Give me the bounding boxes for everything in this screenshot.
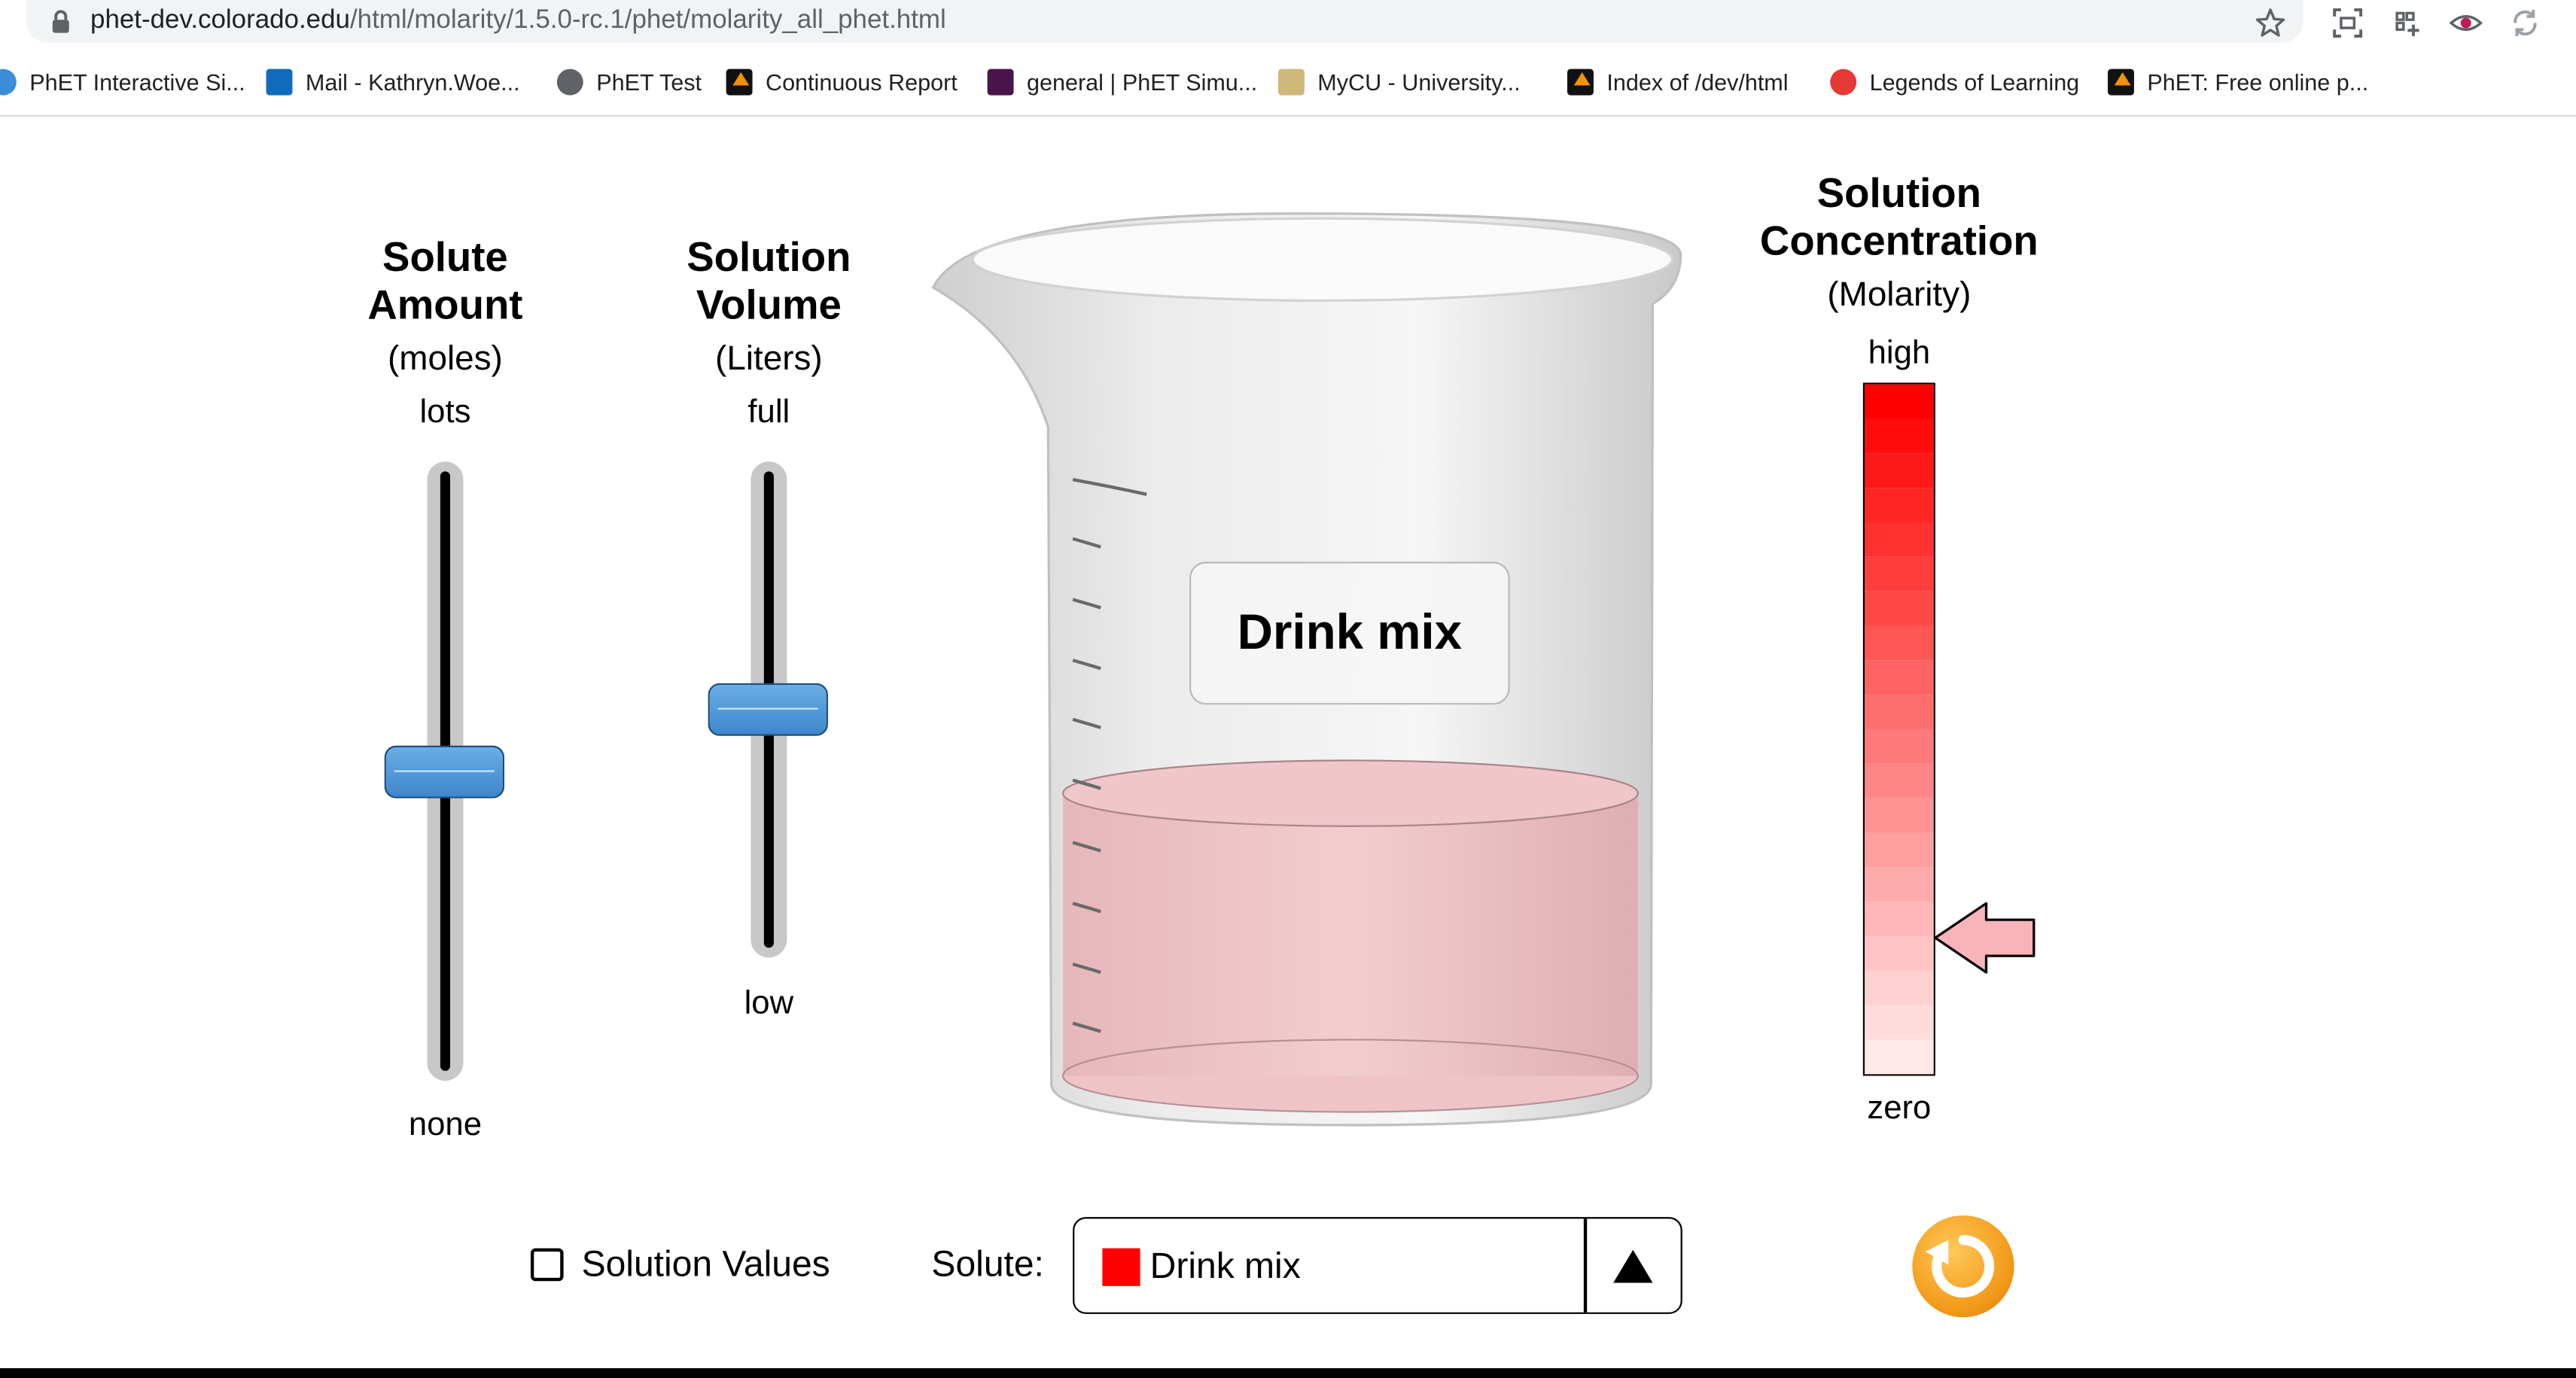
- concentration-bar-segment: [1865, 418, 1934, 454]
- concentration-bar-segment: [1865, 453, 1934, 488]
- beaker-solute-label: Drink mix: [1189, 561, 1510, 705]
- bookmark-star-icon[interactable]: [2252, 5, 2288, 41]
- concentration-units: (Molarity): [1827, 275, 1972, 314]
- title-line: Solution: [1816, 170, 1981, 217]
- eye-icon[interactable]: [2448, 5, 2484, 41]
- phet-icon: [2108, 68, 2134, 96]
- concentration-bar-segment: [1865, 1005, 1934, 1040]
- solute-amount-max-label: lots: [419, 394, 471, 430]
- bookmark-label: PhET Test: [596, 68, 702, 96]
- solution-body: [1063, 793, 1638, 1076]
- concentration-bar-segment: [1865, 660, 1934, 695]
- concentration-bar-segment: [1865, 832, 1934, 868]
- bookmark-phet-interactive[interactable]: PhET Interactive Si...: [0, 65, 245, 99]
- sync-icon[interactable]: [2507, 5, 2543, 41]
- legends-icon: [1830, 68, 1857, 96]
- solute-amount-title: Solute Amount: [322, 235, 568, 330]
- title-line: Solute: [382, 235, 508, 281]
- concentration-bar-segment: [1865, 556, 1934, 592]
- beaker-solution: [1061, 759, 1639, 1113]
- solute-label: Solute:: [931, 1243, 1044, 1285]
- phet-icon: [1567, 68, 1594, 96]
- title-line: Concentration: [1759, 218, 2039, 265]
- concentration-bar-segment: [1865, 695, 1934, 729]
- bookmarks-bar: PhET Interactive Si... Mail - Kathryn.Wo…: [0, 46, 2576, 117]
- globe-icon: [556, 68, 583, 96]
- bookmark-phet-test[interactable]: PhET Test: [556, 65, 702, 99]
- concentration-bar-segment: [1865, 591, 1934, 626]
- concentration-bar-segment: [1865, 1039, 1934, 1075]
- solution-volume-slider-thumb[interactable]: [708, 683, 828, 736]
- solute-amount-slider-thumb[interactable]: [384, 744, 504, 798]
- concentration-color-bar: [1862, 382, 1935, 1076]
- outlook-icon: [266, 68, 293, 96]
- bookmark-slack-general[interactable]: general | PhET Simu...: [987, 65, 1258, 99]
- concentration-bar-segment: [1865, 384, 1934, 419]
- bookmark-label: PhET: Free online p...: [2147, 68, 2369, 96]
- url-path: /html/molarity/1.5.0-rc.1/phet/molarity_…: [349, 6, 946, 35]
- stage: phet-dev.colorado.edu/html/molarity/1.5.…: [0, 0, 2576, 1378]
- combo-divider: [1583, 1218, 1587, 1313]
- solute-amount-units: (moles): [388, 339, 503, 378]
- concentration-bar-segment: [1865, 488, 1934, 523]
- bookmark-legends-of-learning[interactable]: Legends of Learning: [1830, 65, 2079, 99]
- concentration-bar-segment: [1865, 970, 1934, 1005]
- title-line: Volume: [696, 282, 842, 329]
- reset-all-button[interactable]: [1912, 1215, 2014, 1318]
- extension-grid-icon[interactable]: [2389, 5, 2425, 41]
- bottom-nav-bar: [0, 1367, 2576, 1378]
- solution-surface: [1061, 759, 1639, 827]
- bookmark-label: Index of /dev/html: [1606, 68, 1789, 96]
- concentration-bar-segment: [1865, 798, 1934, 833]
- solution-volume-min-label: low: [744, 985, 794, 1022]
- lock-icon: [52, 10, 69, 33]
- slack-icon: [987, 68, 1014, 96]
- bookmark-label: MyCU - University...: [1317, 68, 1521, 96]
- solution-values-label[interactable]: Solution Values: [582, 1243, 830, 1286]
- solute-amount-min-label: none: [408, 1106, 482, 1143]
- concentration-bar-segment: [1865, 763, 1934, 799]
- concentration-bar-segment: [1865, 729, 1934, 764]
- bookmark-label: Continuous Report: [765, 68, 958, 96]
- solute-selected-text: Drink mix: [1149, 1245, 1301, 1286]
- dropdown-arrow-icon[interactable]: [1613, 1249, 1653, 1283]
- screenshot-icon[interactable]: [2330, 5, 2366, 41]
- concentration-bar-segment: [1865, 935, 1934, 971]
- title-line: Solution: [687, 235, 851, 281]
- solution-volume-max-label: full: [748, 394, 790, 430]
- bookmark-index-dev-html[interactable]: Index of /dev/html: [1567, 65, 1789, 99]
- concentration-high-label: high: [1868, 335, 1931, 372]
- bookmark-label: PhET Interactive Si...: [29, 68, 245, 96]
- concentration-bar-segment: [1865, 625, 1934, 661]
- url-text[interactable]: phet-dev.colorado.edu/html/molarity/1.5.…: [90, 7, 946, 36]
- address-bar-row: phet-dev.colorado.edu/html/molarity/1.5.…: [0, 0, 2576, 47]
- bookmark-label: general | PhET Simu...: [1027, 68, 1258, 96]
- reset-icon: [1925, 1235, 1995, 1298]
- solution-volume-units: (Liters): [715, 339, 823, 378]
- concentration-bar-segment: [1865, 902, 1934, 936]
- bookmark-phet-free-online[interactable]: PhET: Free online p...: [2108, 65, 2368, 99]
- solution-values-checkbox[interactable]: [530, 1248, 564, 1282]
- url-host: phet-dev.colorado.edu: [90, 6, 350, 35]
- concentration-bar-segment: [1865, 522, 1934, 557]
- bookmark-label: Mail - Kathryn.Woe...: [305, 68, 520, 96]
- concentration-zero-label: zero: [1867, 1091, 1932, 1127]
- solute-color-swatch: [1102, 1248, 1140, 1286]
- title-line: Amount: [367, 282, 523, 329]
- bookmark-continuous-report[interactable]: Continuous Report: [726, 65, 958, 99]
- cu-icon: [1277, 68, 1305, 96]
- bookmark-mail[interactable]: Mail - Kathryn.Woe...: [266, 65, 520, 99]
- solution-volume-title: Solution Volume: [644, 235, 894, 330]
- solute-combo-box[interactable]: Drink mix: [1073, 1217, 1682, 1314]
- bookmark-mycu[interactable]: MyCU - University...: [1277, 65, 1521, 99]
- concentration-pointer-arrow: [1934, 901, 2036, 973]
- concentration-title: Solution Concentration: [1719, 171, 2080, 266]
- bookmark-label: Legends of Learning: [1869, 68, 2080, 96]
- phet-globe-icon: [0, 68, 17, 96]
- phet-icon: [726, 68, 753, 96]
- concentration-bar-segment: [1865, 867, 1934, 902]
